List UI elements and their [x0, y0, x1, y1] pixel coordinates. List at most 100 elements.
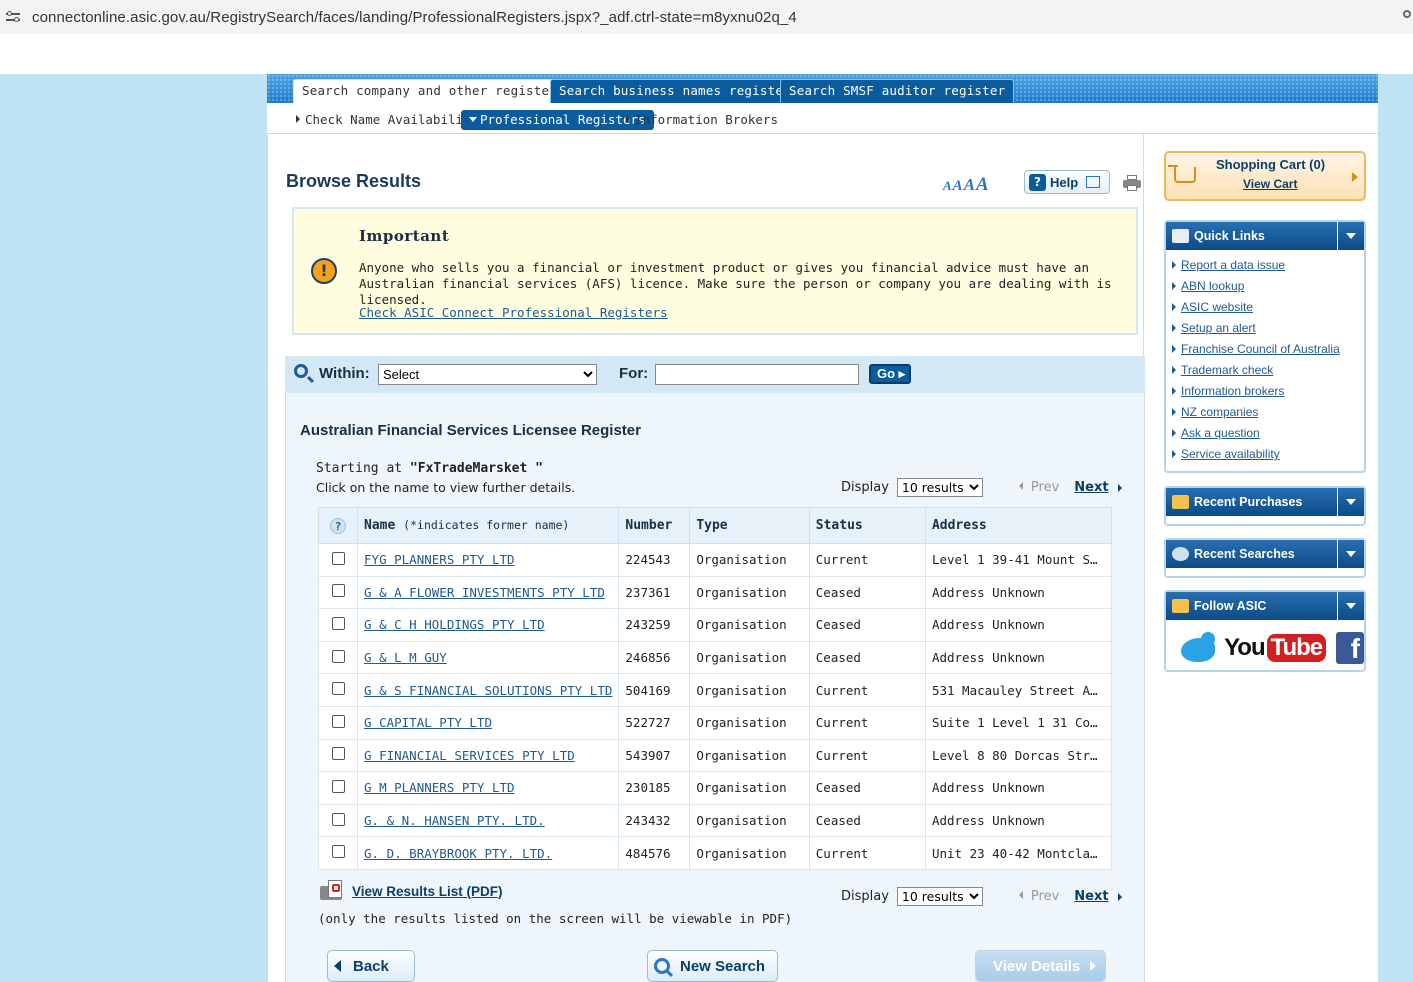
font-size-small-icon[interactable]: A [943, 178, 952, 193]
recent-purchases-panel: Recent Purchases [1164, 486, 1366, 526]
cart-icon [1168, 165, 1196, 183]
row-checkbox[interactable] [331, 584, 345, 598]
next-link[interactable]: Next [1074, 480, 1108, 495]
arrow-right-icon [1352, 172, 1358, 182]
quick-link[interactable]: Information brokers [1181, 384, 1284, 398]
browser-menu-icon[interactable] [1403, 10, 1411, 18]
number-column-header[interactable]: Number [618, 507, 691, 544]
page-title: Browse Results [286, 171, 422, 191]
prev-link-bottom[interactable]: Prev [1019, 889, 1059, 904]
collapse-toggle[interactable] [1337, 540, 1364, 568]
status-cell: Ceased [808, 771, 926, 805]
status-cell: Current [808, 836, 926, 870]
quick-link[interactable]: ABN lookup [1181, 279, 1244, 293]
row-checkbox[interactable] [331, 616, 345, 630]
collapse-toggle[interactable] [1337, 592, 1364, 620]
panel-footer [1166, 516, 1364, 524]
quick-link[interactable]: Report a data issue [1181, 258, 1285, 272]
name-cell: G. D. BRAYBROOK PTY. LTD. [357, 836, 620, 870]
youtube-icon[interactable]: You Tube [1224, 634, 1327, 662]
row-checkbox[interactable] [331, 845, 345, 859]
status-column-header[interactable]: Status [808, 507, 926, 544]
chevron-down-icon [1346, 499, 1356, 505]
row-checkbox[interactable] [331, 551, 345, 565]
subnav-information-brokers[interactable]: Information Brokers [626, 110, 778, 130]
quick-link[interactable]: NZ companies [1181, 405, 1258, 419]
help-button[interactable]: ? Help [1024, 170, 1110, 194]
warning-icon: ! [311, 258, 337, 284]
table-row: G FINANCIAL SERVICES PTY LTD 543907 Organi… [317, 738, 1113, 773]
url-text[interactable]: connectonline.asic.gov.au/RegistrySearch… [32, 9, 797, 26]
name-cell: G & C H HOLDINGS PTY LTD [357, 608, 620, 642]
entity-name-link[interactable]: G FINANCIAL SERVICES PTY LTD [364, 748, 575, 763]
font-size-large-icon[interactable]: A [964, 175, 975, 194]
entity-name-link[interactable]: G & L M GUY [364, 650, 447, 665]
go-button[interactable]: Go ▸ [869, 364, 911, 384]
facebook-icon[interactable]: f [1336, 632, 1364, 664]
tab-search-company[interactable]: Search company and other registers [293, 79, 574, 103]
row-checkbox-cell [317, 608, 359, 642]
quick-link[interactable]: ASIC website [1181, 300, 1253, 314]
row-checkbox[interactable] [331, 812, 345, 826]
table-row: G. & N. HANSEN PTY. LTD. 243432 Organisati… [317, 803, 1113, 838]
row-checkbox[interactable] [331, 779, 345, 793]
follow-asic-panel: Follow ASIC You Tube f [1164, 590, 1366, 672]
entity-name-link[interactable]: G CAPITAL PTY LTD [364, 715, 492, 730]
quick-link[interactable]: Ask a question [1181, 426, 1260, 440]
help-label: Help [1050, 174, 1079, 190]
shopping-cart[interactable]: Shopping Cart (0) View Cart [1164, 151, 1366, 201]
entity-name-link[interactable]: G. & N. HANSEN PTY. LTD. [364, 813, 545, 828]
address-cell: Unit 23 40-42 Montclair Av... [924, 836, 1113, 870]
entity-name-link[interactable]: G M PLANNERS PTY LTD [364, 780, 515, 795]
quick-link[interactable]: Service availability [1181, 447, 1280, 461]
name-column-header[interactable]: Name (*indicates former name) [357, 507, 620, 544]
within-select[interactable]: Select [378, 364, 597, 385]
tab-business-names[interactable]: Search business names register [550, 79, 800, 103]
display-select-bottom[interactable]: 10 results [896, 887, 983, 906]
font-size-medium-icon[interactable]: A [953, 178, 963, 194]
row-checkbox[interactable] [331, 649, 345, 663]
row-checkbox[interactable] [331, 747, 345, 761]
row-checkbox[interactable] [331, 714, 345, 728]
entity-name-link[interactable]: G & C H HOLDINGS PTY LTD [364, 617, 545, 632]
view-cart-link[interactable]: View Cart [1243, 177, 1297, 191]
quick-link[interactable]: Trademark check [1181, 363, 1273, 377]
follow-asic-header[interactable]: Follow ASIC [1166, 592, 1364, 620]
quick-link[interactable]: Setup an alert [1181, 321, 1256, 335]
back-button[interactable]: Back [327, 950, 415, 982]
print-icon[interactable] [1123, 175, 1141, 191]
type-column-header[interactable]: Type [689, 507, 810, 544]
quick-link[interactable]: Franchise Council of Australia [1181, 342, 1340, 356]
search-input[interactable] [655, 364, 859, 385]
entity-name-link[interactable]: G. D. BRAYBROOK PTY. LTD. [364, 846, 552, 861]
new-search-button[interactable]: New Search [647, 950, 778, 982]
quick-links-header[interactable]: Quick Links [1166, 222, 1364, 250]
people-icon [1172, 599, 1189, 613]
tab-smsf-auditor[interactable]: Search SMSF auditor register [780, 79, 1015, 103]
address-column-header[interactable]: Address [924, 507, 1113, 544]
entity-name-link[interactable]: FYG PLANNERS PTY LTD [364, 552, 515, 567]
view-details-button[interactable]: View Details [975, 950, 1106, 982]
recent-purchases-header[interactable]: Recent Purchases [1166, 488, 1364, 516]
next-link-bottom[interactable]: Next [1074, 889, 1108, 904]
entity-name-link[interactable]: G & A FLOWER INVESTMENTS PTY LTD [364, 585, 605, 600]
subnav-check-name[interactable]: Check Name Availability [296, 110, 478, 130]
collapse-toggle[interactable] [1337, 222, 1364, 250]
professional-registers-link[interactable]: Check ASIC Connect Professional Register… [359, 305, 668, 320]
chevron-down-icon [1346, 551, 1356, 557]
collapse-toggle[interactable] [1337, 488, 1364, 516]
starting-prefix: Starting at [316, 461, 403, 476]
row-checkbox[interactable] [331, 682, 345, 696]
twitter-icon[interactable] [1179, 632, 1215, 664]
recent-searches-header[interactable]: Recent Searches [1166, 540, 1364, 568]
site-info-icon[interactable] [6, 11, 20, 23]
entity-name-link[interactable]: G & S FINANCIAL SOLUTIONS PTY LTD [364, 683, 612, 698]
subnav-professional-registers[interactable]: Professional Registers [461, 110, 654, 130]
display-select[interactable]: 10 results [896, 478, 983, 497]
prev-link[interactable]: Prev [1019, 480, 1059, 495]
font-size-xlarge-icon[interactable]: A [976, 174, 989, 195]
view-results-pdf-link[interactable]: View Results List (PDF) [352, 884, 503, 899]
font-size-controls[interactable]: AAAA [943, 174, 990, 196]
address-cell: Address Unknown [924, 608, 1113, 642]
help-question-icon[interactable]: ? [330, 517, 347, 534]
